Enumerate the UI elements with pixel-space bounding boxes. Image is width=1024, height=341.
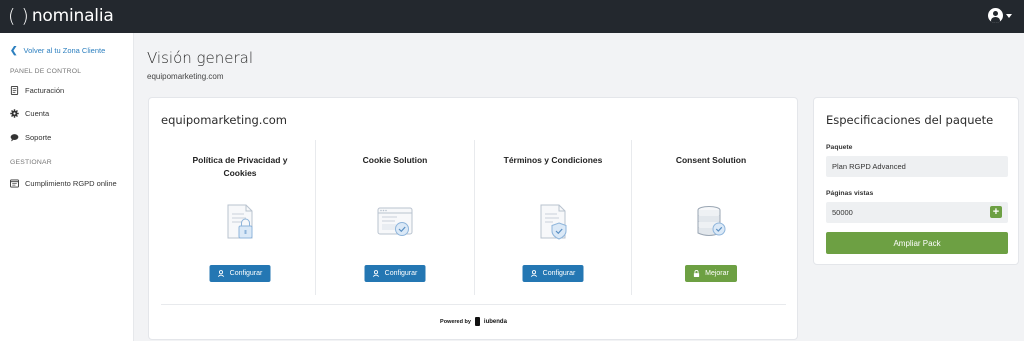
nominalia-logo[interactable]: ( ) nominalia — [8, 6, 114, 26]
product-privacy-policy: Política de Privacidad y Cookies Configu… — [161, 140, 319, 295]
user-gear-icon — [373, 270, 380, 277]
sidebar-item-label: Soporte — [25, 133, 52, 142]
package-label: Paquete — [826, 144, 853, 151]
sidebar-item-gdpr-compliance[interactable]: Cumplimiento RGPD online — [10, 179, 117, 188]
gear-icon — [10, 109, 19, 118]
user-menu[interactable] — [988, 8, 1012, 23]
page-views-value: 50000 — [832, 208, 853, 217]
product-title: Términos y Condiciones — [503, 155, 603, 165]
chevron-left-icon: ❮ — [10, 45, 18, 55]
caret-down-icon[interactable] — [1006, 13, 1012, 18]
powered-by-label: Powered by — [440, 318, 471, 325]
user-gear-icon — [531, 270, 538, 277]
configure-button[interactable]: Configurar — [209, 265, 271, 282]
logo-open-paren: ( — [8, 5, 16, 27]
powered-by-iubenda[interactable]: Powered by iubenda — [161, 317, 786, 326]
configure-button-label: Configurar — [542, 270, 576, 277]
lock-icon — [694, 270, 700, 277]
top-navbar: ( ) nominalia — [0, 0, 1024, 33]
expand-pack-button[interactable]: Ampliar Pack — [826, 232, 1008, 254]
product-title: Consent Solution — [675, 155, 747, 165]
products-card: equipomarketing.com Política de Privacid… — [148, 97, 798, 340]
document-shield-icon — [540, 204, 567, 240]
configure-button[interactable]: Configurar — [364, 265, 426, 282]
package-specs-card: Especificaciones del paquete Paquete Pla… — [813, 97, 1019, 265]
product-consent-solution: Consent Solution Mejorar — [632, 140, 790, 295]
section-label-manage: GESTIONAR — [10, 159, 52, 166]
product-title: Cookie Solution — [362, 155, 428, 165]
package-field: Plan RGPD Advanced — [826, 156, 1008, 177]
user-gear-icon — [218, 270, 225, 277]
chat-bubble-icon — [10, 134, 19, 142]
page-views-label: Páginas vistas — [826, 190, 874, 197]
add-views-button[interactable]: + — [990, 206, 1002, 218]
database-check-icon — [697, 206, 726, 236]
browser-check-icon — [377, 207, 413, 236]
iubenda-logo-icon — [474, 317, 480, 326]
window-icon — [10, 179, 19, 188]
expand-pack-button-label: Ampliar Pack — [893, 238, 941, 248]
card-title-domain: equipomarketing.com — [161, 113, 288, 127]
sidebar: ❮ Volver al tu Zona Cliente PANEL DE CON… — [0, 33, 134, 341]
upgrade-button[interactable]: Mejorar — [685, 265, 737, 282]
configure-button-label: Configurar — [384, 270, 418, 277]
back-link-label: Volver al tu Zona Cliente — [23, 46, 106, 55]
invoice-icon — [10, 86, 19, 95]
package-specs-title: Especificaciones del paquete — [826, 113, 994, 127]
section-label-control-panel: PANEL DE CONTROL — [10, 68, 82, 75]
logo-close-paren: ) — [21, 5, 29, 27]
powered-by-brand: iubenda — [483, 318, 507, 325]
sidebar-item-billing[interactable]: Facturación — [10, 86, 64, 95]
user-circle-icon[interactable] — [988, 8, 1003, 23]
product-title: Política de Privacidad y Cookies — [192, 155, 288, 178]
product-terms-conditions: Términos y Condiciones Configurar — [474, 140, 632, 295]
page-subtitle-domain: equipomarketing.com — [147, 72, 224, 81]
sidebar-item-account[interactable]: Cuenta — [10, 109, 49, 118]
powered-by-footer: Powered by iubenda — [161, 304, 786, 326]
sidebar-item-label: Cuenta — [25, 109, 50, 118]
logo-text: nominalia — [31, 6, 114, 26]
upgrade-button-label: Mejorar — [705, 270, 729, 277]
configure-button-label: Configurar — [229, 270, 263, 277]
sidebar-item-support[interactable]: Soporte — [10, 133, 51, 142]
package-value: Plan RGPD Advanced — [832, 162, 906, 171]
page-title: Visión general — [147, 49, 254, 67]
page-views-field: 50000 + — [826, 202, 1008, 223]
back-to-client-area-link[interactable]: ❮ Volver al tu Zona Cliente — [10, 45, 105, 56]
product-cookie-solution: Cookie Solution Configurar — [316, 140, 474, 295]
sidebar-item-label: Facturación — [25, 86, 65, 95]
configure-button[interactable]: Configurar — [522, 265, 584, 282]
document-lock-icon — [227, 204, 253, 239]
sidebar-item-label: Cumplimiento RGPD online — [25, 179, 117, 188]
